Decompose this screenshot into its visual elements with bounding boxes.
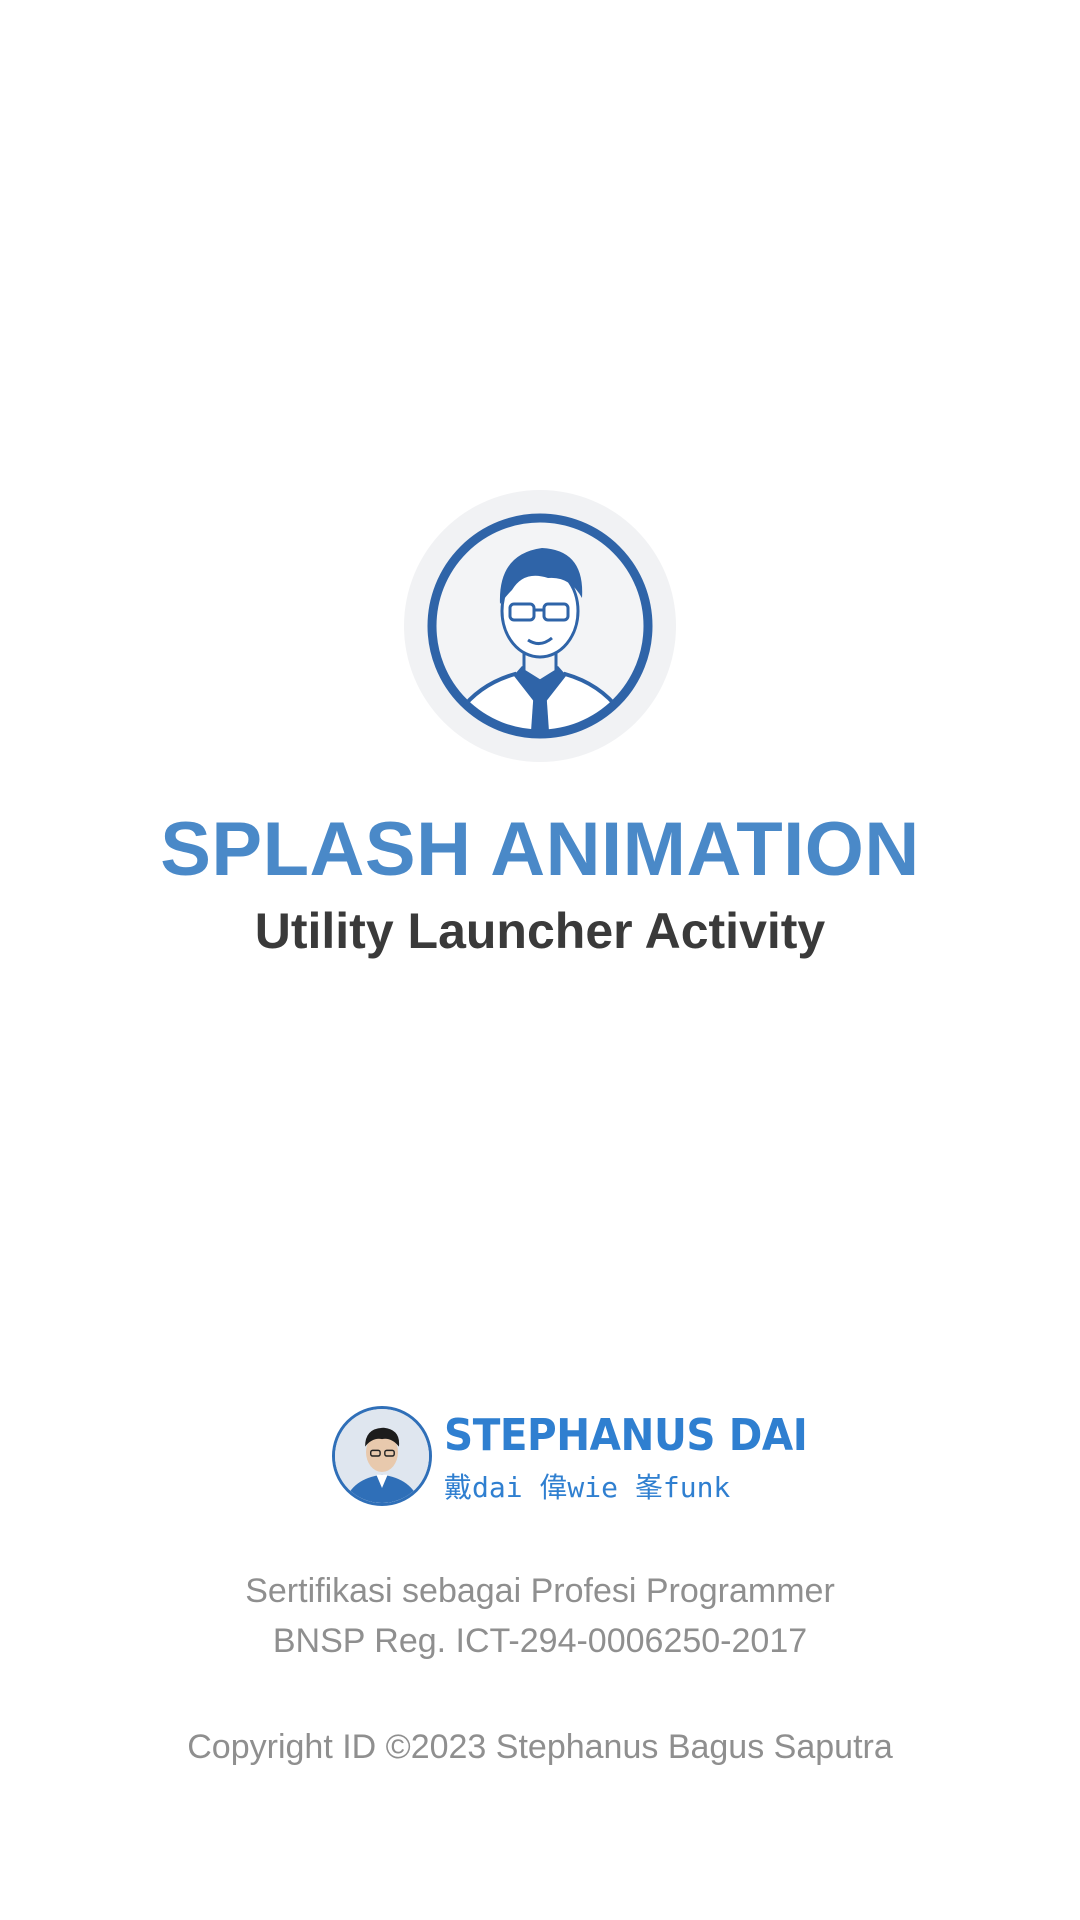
splash-title: SPLASH ANIMATION <box>160 807 920 892</box>
brand-avatar-icon <box>332 1406 432 1506</box>
brand-logo: STEPHANUS DAI 戴dai 偉wie 峯funk <box>332 1406 808 1510</box>
certification-line-2: BNSP Reg. ICT-294-0006250-2017 <box>272 1622 808 1660</box>
app-logo-avatar <box>404 490 676 762</box>
splash-subtitle: Utility Launcher Activity <box>254 903 826 959</box>
certification-line-1: Sertifikasi sebagai Profesi Programmer <box>245 1572 835 1610</box>
certification-text: Sertifikasi sebagai Profesi Programmer B… <box>0 1566 1080 1666</box>
copyright-text: Copyright ID ©2023 Stephanus Bagus Saput… <box>187 1728 893 1766</box>
brand-tagline: 戴dai 偉wie 峯funk <box>444 1471 731 1504</box>
portrait-illustration-icon <box>427 513 653 739</box>
brand-name: STEPHANUS DAI <box>444 1410 808 1461</box>
